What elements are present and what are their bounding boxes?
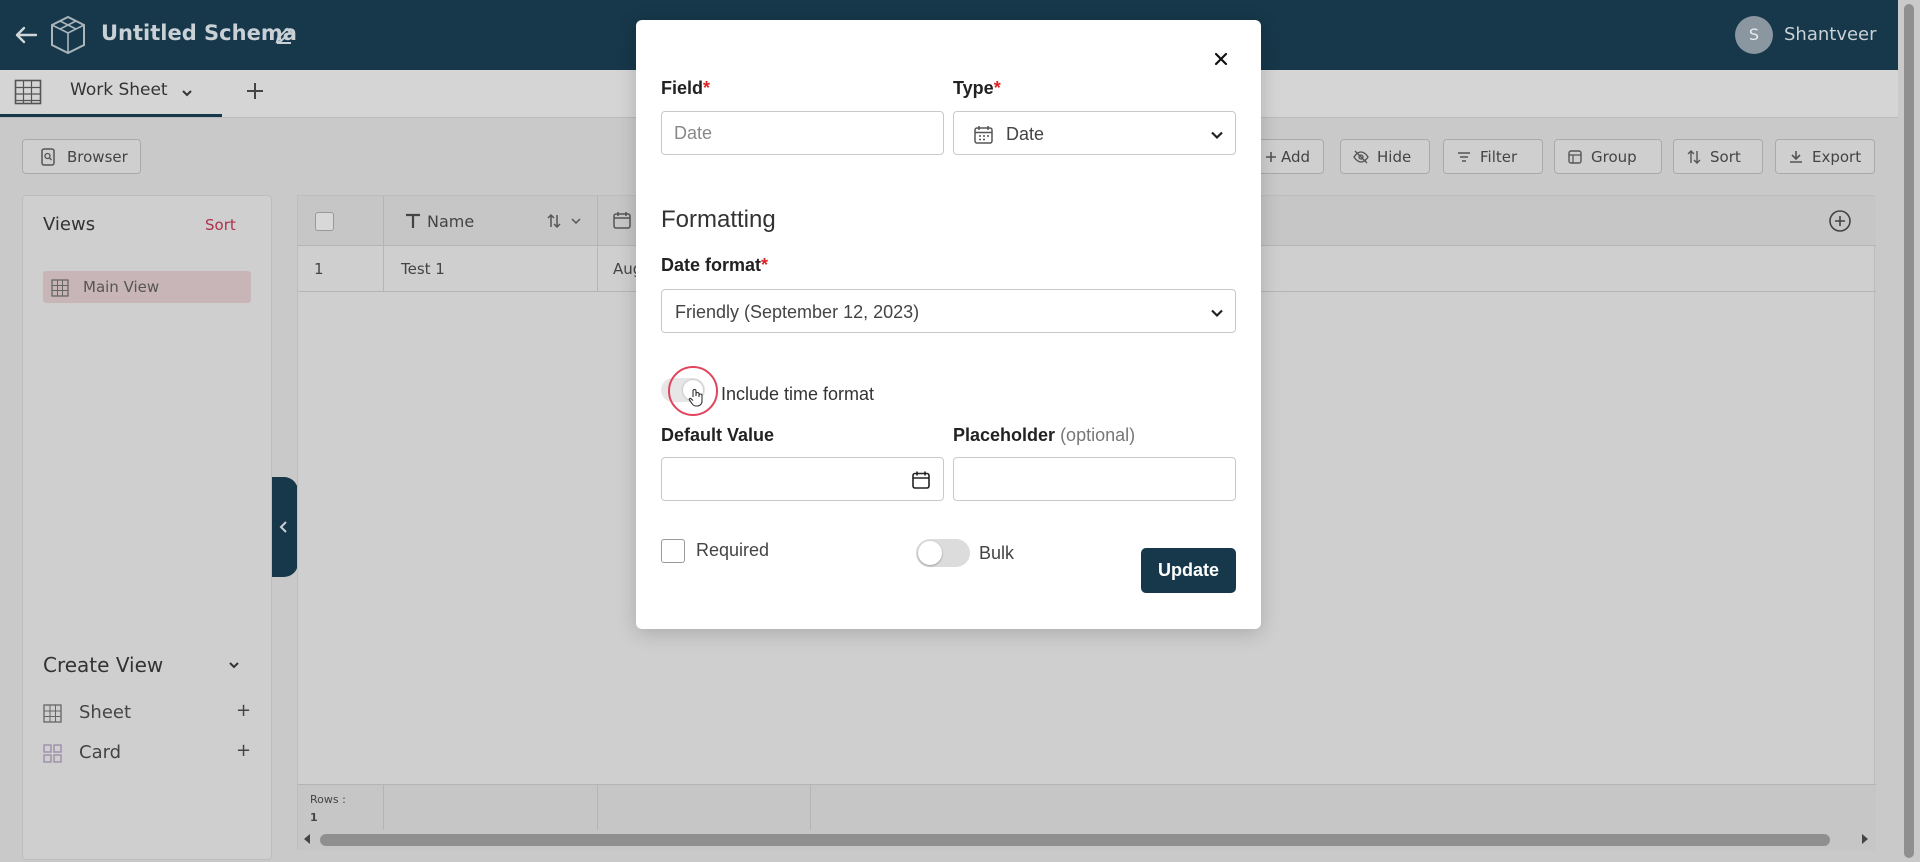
chevron-down-icon[interactable] (180, 86, 194, 100)
views-title: Views (43, 214, 96, 235)
sort-icon (1687, 150, 1701, 164)
default-value-label: Default Value (661, 425, 775, 445)
date-format-label: Date format* (661, 255, 769, 275)
edit-field-modal: Field* Type* Date Formatting Date format… (636, 20, 1261, 629)
field-name-text[interactable] (674, 112, 905, 154)
card-label: Card (79, 742, 122, 763)
export-button[interactable]: Export (1775, 139, 1875, 174)
bulk-toggle[interactable] (916, 539, 970, 567)
add-tab-icon[interactable] (243, 79, 267, 103)
grid-footer: Rows : 1 (298, 784, 1876, 831)
bulk-label: Bulk (979, 543, 1015, 563)
export-label: Export (1812, 148, 1862, 166)
chevron-down-icon[interactable] (227, 658, 241, 672)
back-arrow-icon[interactable] (10, 19, 42, 51)
browser-button[interactable]: Browser (22, 139, 141, 174)
views-sort-link[interactable]: Sort (205, 216, 236, 234)
group-label: Group (1591, 148, 1637, 166)
rows-count-label: Rows : (310, 793, 346, 806)
views-sidebar: Views Sort Main View Create View Sheet +… (22, 195, 272, 860)
collapse-sidebar-handle[interactable] (272, 477, 298, 577)
schema-logo-icon (51, 15, 85, 55)
placeholder-text[interactable] (966, 458, 1197, 500)
user-name[interactable]: Shantveer (1784, 24, 1877, 45)
calendar-icon (613, 212, 631, 229)
rows-count-value: 1 (310, 811, 318, 824)
filter-icon (1458, 152, 1470, 162)
avatar[interactable]: S (1735, 16, 1773, 54)
filter-button[interactable]: Filter (1443, 139, 1543, 174)
sort-chevron-icon[interactable] (546, 212, 582, 230)
date-format-select[interactable]: Friendly (September 12, 2023) (661, 289, 1236, 333)
placeholder-input[interactable] (953, 457, 1236, 501)
row-name-cell[interactable]: Test 1 (401, 260, 445, 278)
calendar-icon[interactable] (911, 470, 931, 490)
select-all-checkbox[interactable] (315, 212, 334, 231)
formatting-section-title: Formatting (661, 206, 776, 233)
required-checkbox[interactable] (661, 539, 685, 563)
text-type-icon (406, 213, 420, 228)
required-label: Required (696, 540, 770, 560)
tab-work-sheet[interactable]: Work Sheet (0, 70, 222, 117)
chevron-left-icon (279, 521, 287, 533)
vertical-scrollbar-thumb[interactable] (1904, 4, 1914, 858)
chevron-down-icon (1211, 309, 1223, 318)
add-button[interactable]: Add (1254, 139, 1324, 174)
hide-button[interactable]: Hide (1340, 139, 1430, 174)
chevron-down-icon (1211, 131, 1223, 140)
sort-label: Sort (1710, 148, 1741, 166)
add-sheet-icon[interactable]: + (236, 700, 251, 721)
sort-button[interactable]: Sort (1673, 139, 1763, 174)
calendar-icon (974, 126, 993, 144)
row-number: 1 (314, 260, 324, 278)
download-icon (1790, 151, 1802, 163)
eye-off-icon (1353, 150, 1369, 164)
hand-cursor-icon (688, 389, 703, 407)
main-view-label: Main View (83, 278, 160, 296)
table-icon (14, 79, 42, 105)
add-label: Add (1281, 148, 1311, 166)
add-column-icon[interactable] (1828, 209, 1852, 233)
group-button[interactable]: Group (1554, 139, 1662, 174)
scrollbar-thumb[interactable] (320, 834, 1830, 846)
add-card-icon[interactable]: + (236, 740, 251, 761)
scroll-left-icon[interactable] (304, 834, 310, 844)
create-card-view[interactable]: Card + (43, 740, 253, 768)
type-value: Date (1006, 124, 1045, 144)
type-select[interactable]: Date (953, 111, 1236, 155)
default-value-text[interactable] (674, 458, 905, 500)
create-view-title: Create View (43, 653, 164, 677)
schema-title: Untitled Schema (101, 21, 297, 45)
main-view-item[interactable]: Main View (43, 271, 251, 303)
date-format-value: Friendly (September 12, 2023) (675, 302, 920, 322)
include-time-label: Include time format (721, 384, 875, 404)
horizontal-scrollbar[interactable] (298, 830, 1876, 850)
toggle-knob (918, 541, 942, 565)
hide-label: Hide (1377, 148, 1412, 166)
pencil-icon[interactable] (274, 25, 294, 45)
placeholder-label: Placeholder (optional) (953, 425, 1136, 445)
plus-icon (1266, 152, 1276, 162)
filter-label: Filter (1480, 148, 1518, 166)
close-icon[interactable] (1212, 50, 1230, 68)
browser-icon (41, 148, 55, 166)
vertical-scrollbar[interactable] (1898, 0, 1920, 862)
tab-label: Work Sheet (70, 80, 168, 100)
sheet-label: Sheet (79, 702, 132, 723)
field-label: Field* (661, 78, 711, 98)
default-value-input[interactable] (661, 457, 944, 501)
field-name-input[interactable] (661, 111, 944, 155)
sheet-icon (43, 704, 62, 723)
card-icon (43, 744, 62, 763)
group-icon (1568, 150, 1582, 164)
grid-icon (51, 279, 69, 297)
create-sheet-view[interactable]: Sheet + (43, 700, 253, 728)
column-header-name[interactable]: Name (427, 212, 474, 231)
scroll-right-icon[interactable] (1862, 834, 1868, 844)
update-button[interactable]: Update (1141, 548, 1236, 593)
browser-label: Browser (67, 148, 128, 166)
type-label: Type* (953, 78, 1001, 98)
